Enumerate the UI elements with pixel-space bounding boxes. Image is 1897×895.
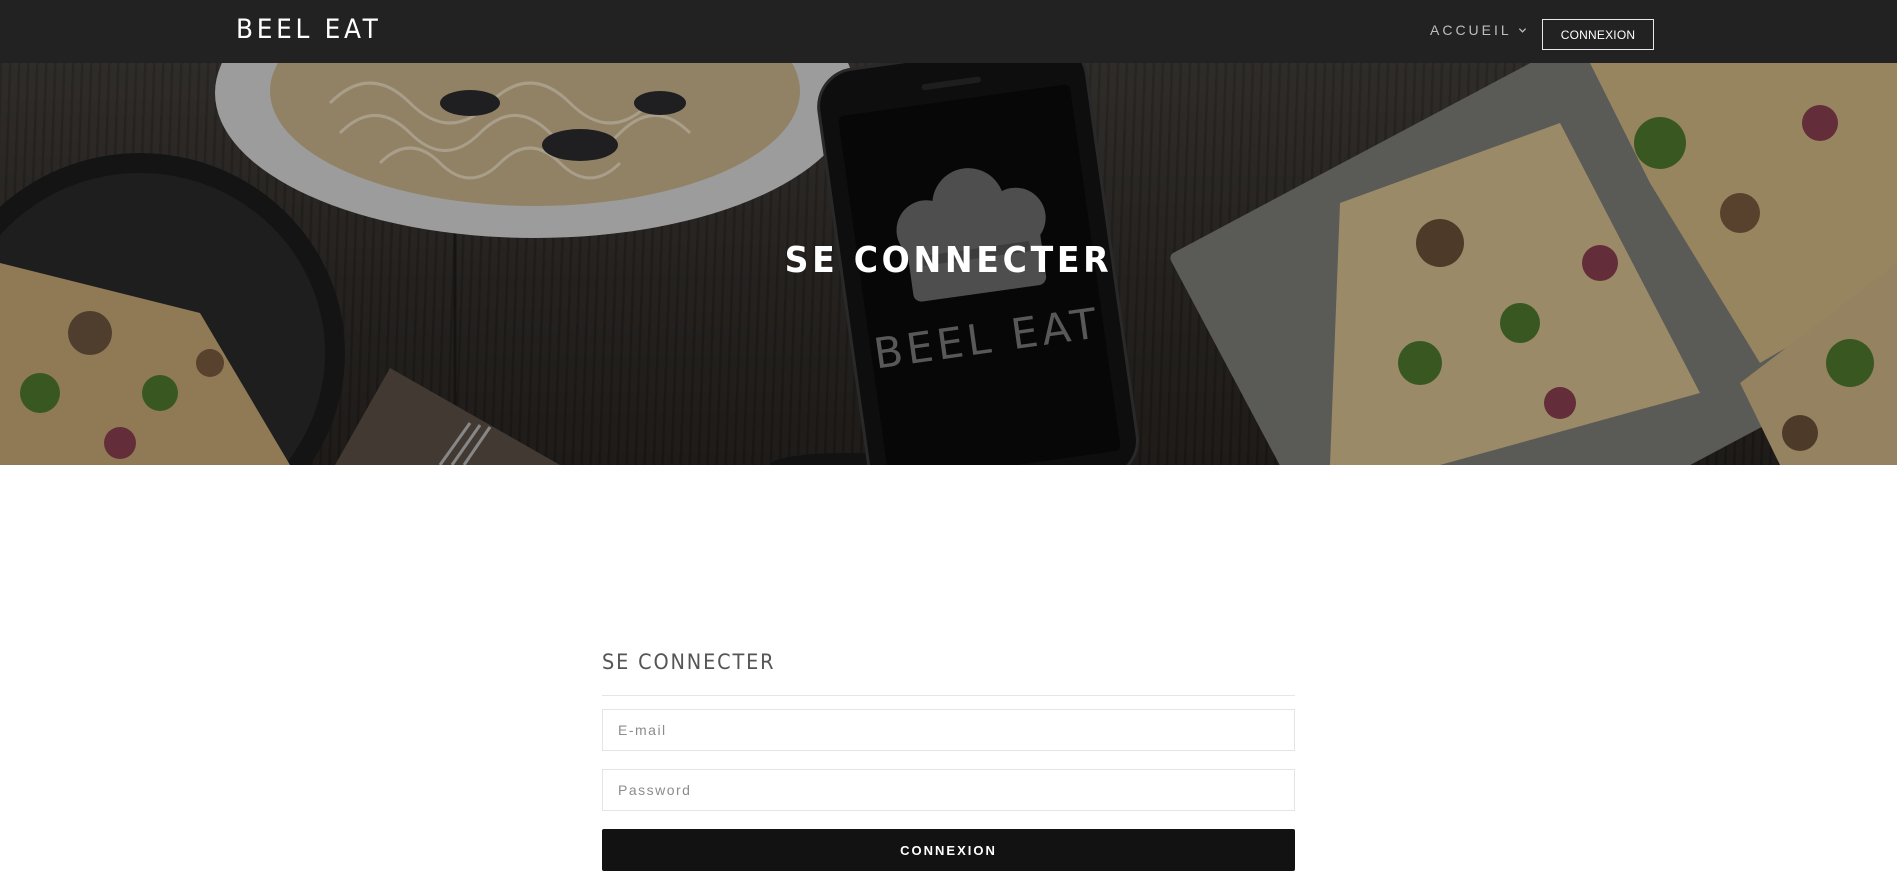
- nav-login-button[interactable]: CONNEXION: [1542, 19, 1654, 50]
- nav-menu-label: ACCUEIL: [1430, 22, 1512, 38]
- hero-title: SE CONNECTER: [784, 240, 1113, 281]
- divider: [602, 695, 1295, 696]
- chevron-down-icon: [1518, 27, 1526, 33]
- brand-logo[interactable]: BEEL EAT: [236, 14, 382, 45]
- login-submit-button[interactable]: CONNEXION: [602, 829, 1295, 871]
- login-form: SE CONNECTER CONNEXION: [602, 650, 1295, 871]
- password-field[interactable]: [602, 769, 1295, 811]
- nav-menu-accueil[interactable]: ACCUEIL: [1430, 22, 1527, 38]
- hero-banner: BEEL EAT SE CONNECTER: [0, 63, 1897, 465]
- login-title: SE CONNECTER: [602, 650, 776, 674]
- navbar: BEEL EAT ACCUEIL CONNEXION: [0, 0, 1897, 63]
- email-field[interactable]: [602, 709, 1295, 751]
